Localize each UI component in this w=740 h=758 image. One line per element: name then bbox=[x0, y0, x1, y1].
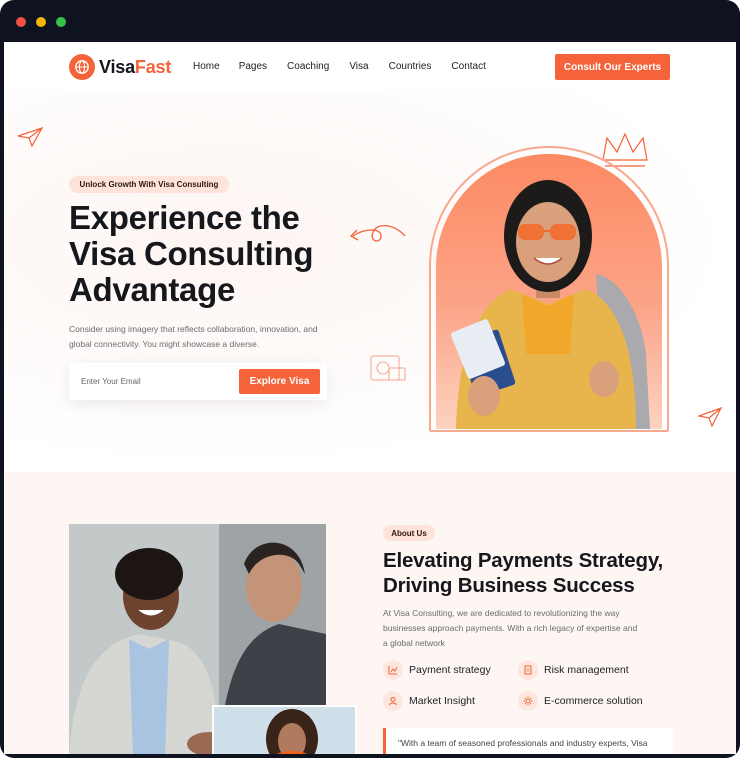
feature-label: Market Insight bbox=[409, 695, 475, 707]
minimize-window-button[interactable] bbox=[36, 17, 46, 27]
site-logo[interactable]: VisaFast bbox=[69, 54, 171, 80]
feature-risk-management: Risk management bbox=[518, 660, 629, 680]
document-icon bbox=[518, 660, 538, 680]
about-tag: About Us bbox=[383, 525, 435, 541]
hero-description: Consider using imagery that reflects col… bbox=[69, 324, 318, 349]
passport-stamp-icon bbox=[370, 355, 406, 381]
logo-text-part1: Visa bbox=[99, 56, 135, 77]
about-title: Elevating Payments Strategy, Driving Bus… bbox=[383, 548, 703, 598]
hero-traveler-photo bbox=[436, 154, 662, 429]
feature-ecommerce-solution: E-commerce solution bbox=[518, 691, 643, 711]
hero-title-line2: Visa Consulting bbox=[69, 235, 314, 272]
nav-pages[interactable]: Pages bbox=[239, 61, 267, 72]
hero-tag: Unlock Growth With Visa Consulting bbox=[69, 176, 229, 193]
feature-payment-strategy: Payment strategy bbox=[383, 660, 491, 680]
maximize-window-button[interactable] bbox=[56, 17, 66, 27]
paper-plane-icon bbox=[697, 406, 723, 428]
paper-plane-icon bbox=[17, 126, 44, 148]
hero-title: Experience the Visa Consulting Advantage bbox=[69, 200, 369, 308]
consultant-photo bbox=[212, 705, 357, 754]
logo-wordmark: VisaFast bbox=[99, 57, 171, 78]
feature-label: Risk management bbox=[544, 664, 629, 676]
consult-experts-button[interactable]: Consult Our Experts bbox=[555, 54, 670, 80]
close-window-button[interactable] bbox=[16, 17, 26, 27]
chart-icon bbox=[383, 660, 403, 680]
user-icon bbox=[383, 691, 403, 711]
testimonial-quote: "With a team of seasoned professionals a… bbox=[383, 728, 673, 754]
hero-title-line1: Experience the bbox=[69, 199, 300, 236]
feature-label: Payment strategy bbox=[409, 664, 491, 676]
nav-visa[interactable]: Visa bbox=[349, 61, 368, 72]
email-signup-form: Explore Visa bbox=[69, 363, 327, 400]
gear-icon bbox=[518, 691, 538, 711]
hero-title-line3: Advantage bbox=[69, 271, 236, 308]
browser-window: VisaFast Home Pages Coaching Visa Countr… bbox=[0, 0, 740, 758]
feature-label: E-commerce solution bbox=[544, 695, 643, 707]
about-description: At Visa Consulting, we are dedicated to … bbox=[383, 608, 638, 648]
email-input[interactable] bbox=[75, 371, 225, 391]
window-titlebar bbox=[0, 0, 740, 42]
page-viewport: VisaFast Home Pages Coaching Visa Countr… bbox=[4, 42, 736, 754]
explore-visa-button[interactable]: Explore Visa bbox=[239, 369, 320, 394]
nav-coaching[interactable]: Coaching bbox=[287, 61, 329, 72]
nav-home[interactable]: Home bbox=[193, 61, 220, 72]
about-title-line1: Elevating Payments Strategy, bbox=[383, 549, 663, 572]
main-nav: Home Pages Coaching Visa Countries Conta… bbox=[193, 61, 506, 72]
nav-countries[interactable]: Countries bbox=[389, 61, 432, 72]
about-title-line2: Driving Business Success bbox=[383, 574, 635, 597]
nav-contact[interactable]: Contact bbox=[451, 61, 485, 72]
feature-market-insight: Market Insight bbox=[383, 691, 475, 711]
logo-text-part2: Fast bbox=[134, 56, 172, 77]
globe-icon bbox=[69, 54, 95, 80]
